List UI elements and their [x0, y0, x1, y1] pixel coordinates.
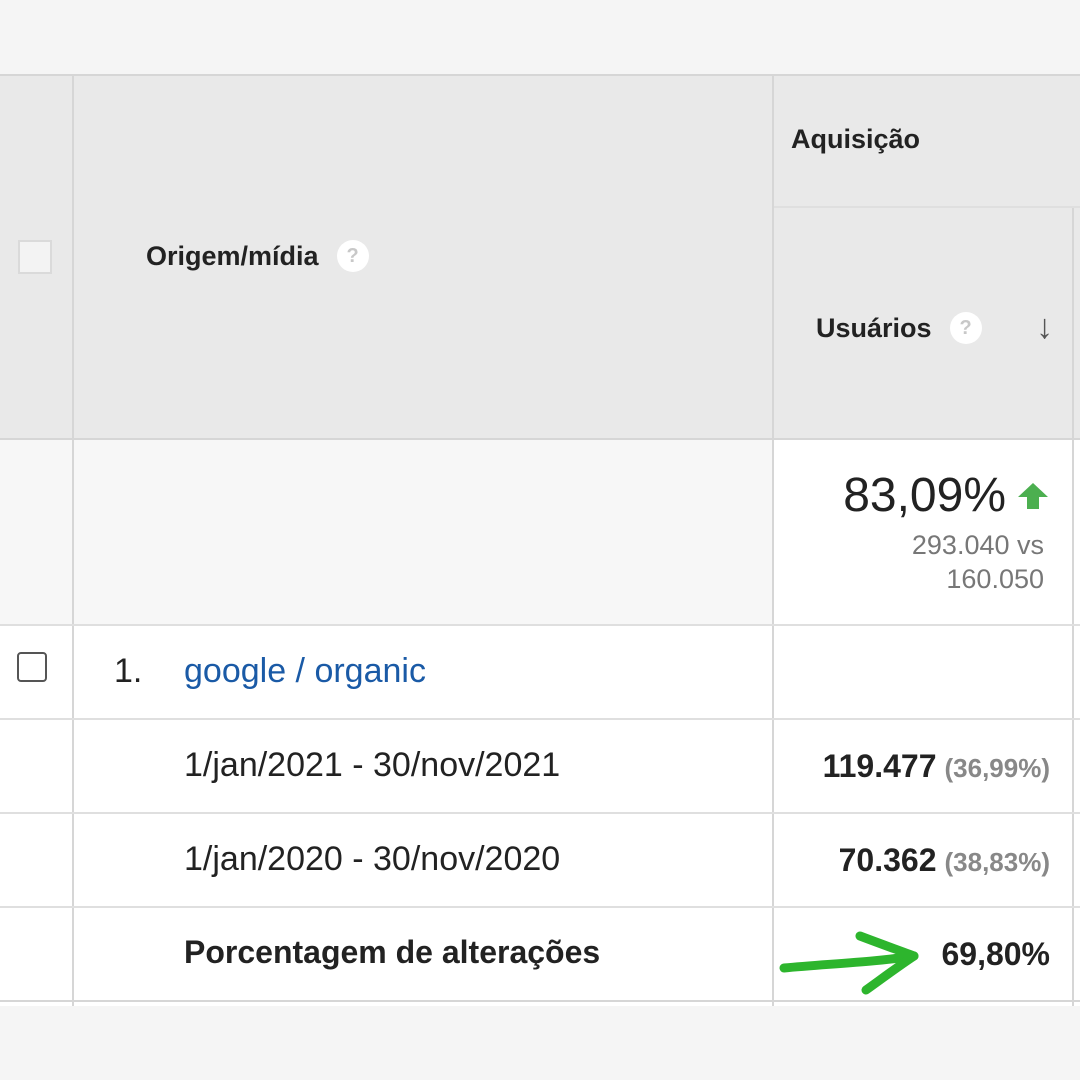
metric-header[interactable]: Usuários ? [816, 312, 982, 344]
metric-value-previous: 70.362 (38,83%) [839, 842, 1050, 879]
group-header: Aquisição [791, 124, 920, 155]
dimension-header-label: Origem/mídia [146, 240, 319, 271]
metric-header-label: Usuários [816, 312, 932, 343]
help-icon[interactable]: ? [336, 240, 369, 272]
report-table: Origem/mídia ? Aquisição Usuários ? ↓ 83… [0, 74, 1080, 1006]
sort-descending-icon[interactable]: ↓ [1036, 308, 1053, 347]
date-range-previous: 1/jan/2020 - 30/nov/2020 [184, 840, 561, 878]
users-share: (38,83%) [944, 847, 1051, 877]
summary-row [0, 438, 773, 624]
change-percentage: 83,09% [843, 469, 1006, 522]
select-all-checkbox[interactable] [18, 240, 52, 274]
highlight-arrow-icon [779, 931, 919, 995]
percentage-change-value: 69,80% [941, 936, 1050, 972]
group-header-label: Aquisição [791, 124, 921, 154]
source-medium-link[interactable]: google / organic [184, 652, 426, 691]
date-range-current: 1/jan/2021 - 30/nov/2021 [184, 746, 561, 784]
comparison-values: 293.040 vs 160.050 [912, 528, 1044, 596]
summary-change: 83,09% [843, 468, 1050, 523]
row-index: 1. [114, 652, 143, 690]
arrow-up-icon [1018, 482, 1048, 509]
help-icon[interactable]: ? [949, 312, 982, 344]
metric-value-current: 119.477 (36,99%) [823, 748, 1050, 785]
users-value: 119.477 [822, 748, 937, 784]
users-value: 70.362 [838, 842, 937, 878]
comparison-line-1: 293.040 vs [911, 530, 1044, 560]
comparison-line-2: 160.050 [946, 564, 1044, 594]
users-share: (36,99%) [944, 753, 1051, 783]
row-checkbox[interactable] [17, 652, 47, 682]
dimension-header[interactable]: Origem/mídia ? [146, 240, 369, 272]
percentage-change-label: Porcentagem de alterações [184, 934, 601, 970]
